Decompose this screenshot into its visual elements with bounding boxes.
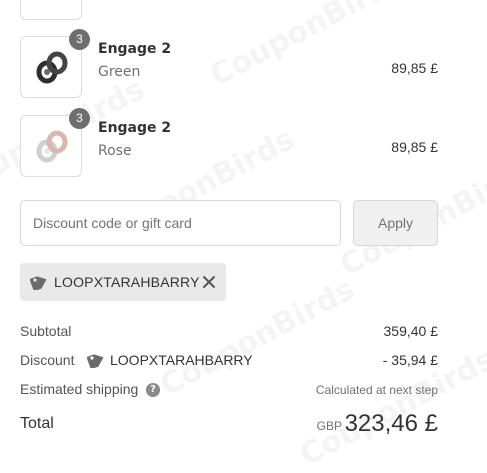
earplug-icon	[32, 0, 72, 10]
product-name: Engage 2	[98, 120, 172, 136]
remove-discount-close-icon[interactable]	[201, 274, 217, 290]
product-thumbnail	[20, 0, 82, 20]
earplug-icon	[36, 51, 68, 84]
applied-discount-code: LOOPXTARAHBARRY	[54, 274, 200, 290]
earplug-icon	[36, 130, 68, 163]
quantity-badge: 3	[69, 29, 90, 50]
total-label: Total	[20, 415, 54, 432]
product-price: 89,85 £	[391, 60, 438, 76]
shipping-value: Calculated at next step	[315, 383, 438, 397]
tag-icon	[30, 276, 47, 290]
discount-code-text: LOOPXTARAHBARRY	[110, 352, 253, 368]
discount-code-input[interactable]	[20, 200, 341, 246]
product-variant: Green	[98, 64, 141, 80]
discount-label: Discount	[20, 352, 75, 368]
subtotal-label: Subtotal	[20, 323, 72, 339]
tag-icon	[87, 354, 104, 368]
shipping-label: Estimated shipping	[20, 381, 139, 397]
question-icon[interactable]: ?	[146, 383, 160, 397]
product-variant: Rose	[98, 143, 132, 159]
subtotal-value: 359,40 £	[383, 323, 439, 339]
line-item: 3 Engage 2 Green 89,85 £	[20, 29, 438, 100]
product-name: Engage 2	[98, 41, 172, 57]
apply-button[interactable]: Apply	[353, 200, 438, 246]
product-price: 89,85 £	[391, 139, 438, 155]
quantity-badge: 3	[69, 108, 90, 129]
discount-value: - 35,94 £	[382, 352, 438, 368]
total-value: 323,46 £	[344, 410, 438, 437]
applied-discount-chip: LOOPXTARAHBARRY	[20, 263, 226, 301]
currency-code: GBP	[316, 419, 342, 433]
line-item: 3 Engage 2 Rose 89,85 £	[20, 108, 438, 179]
